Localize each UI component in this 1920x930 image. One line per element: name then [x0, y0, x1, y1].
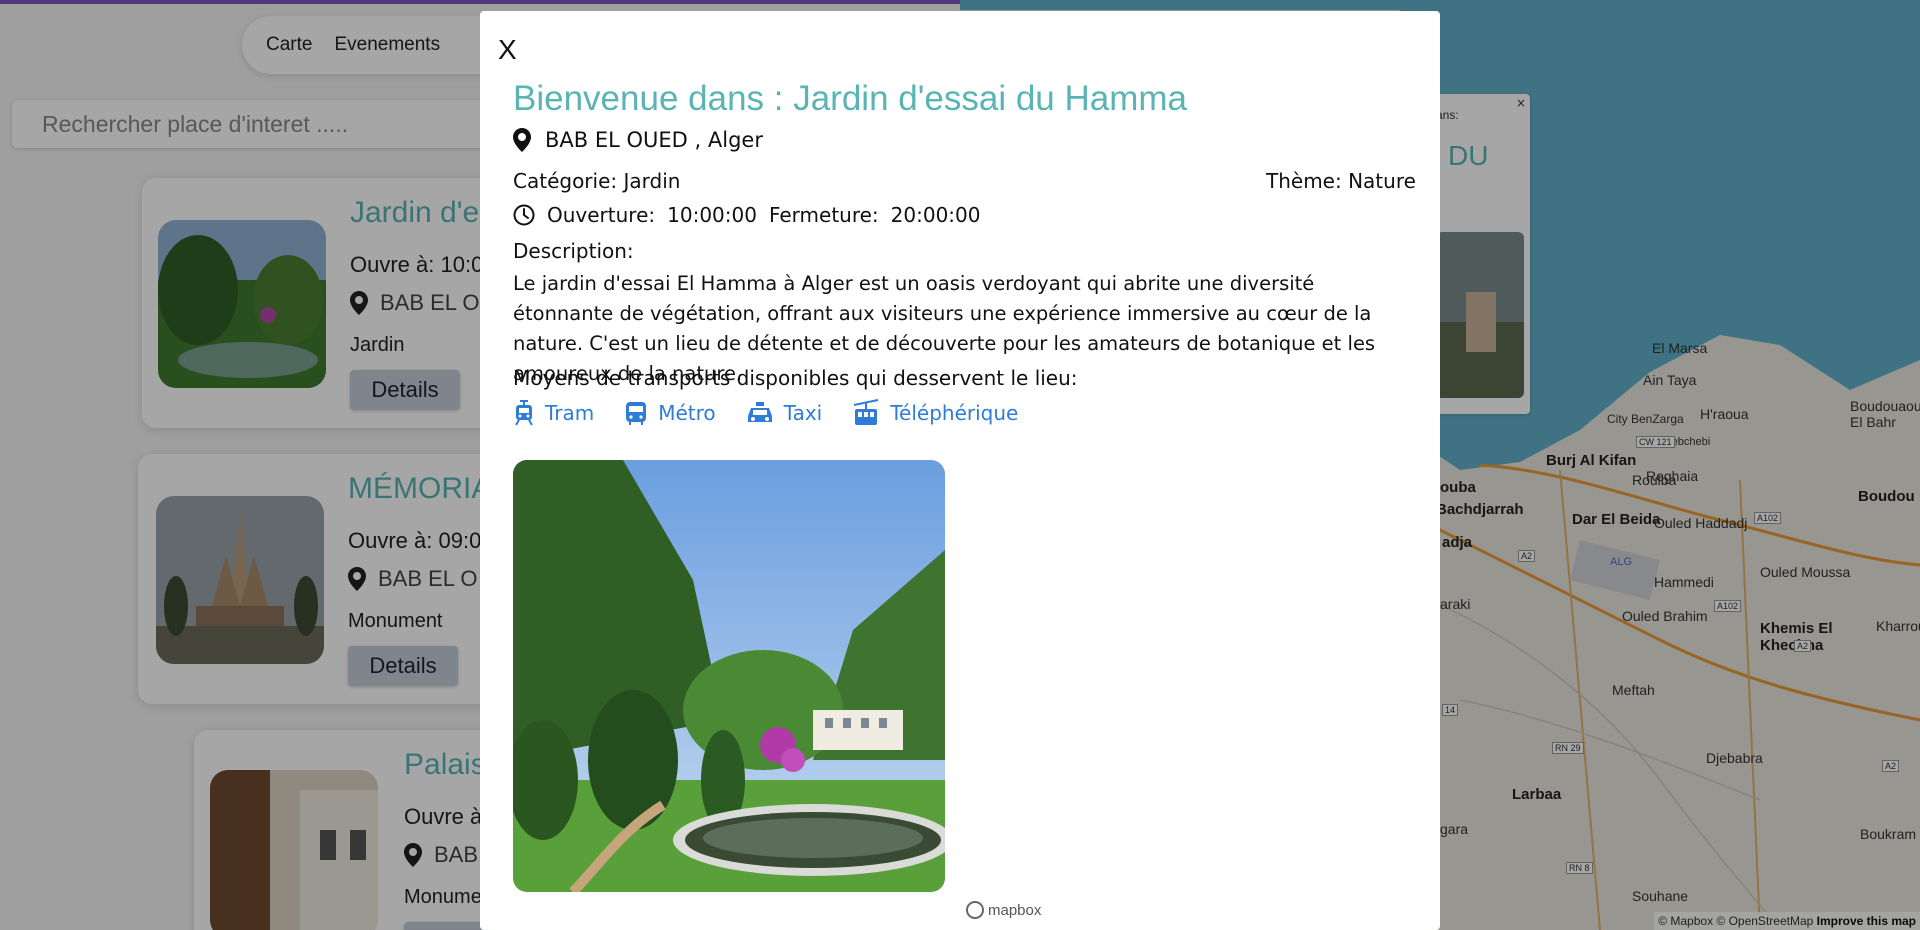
- opening-time: 10:00:00: [667, 203, 757, 227]
- place-photo: [513, 460, 945, 892]
- transport-metro[interactable]: Métro: [624, 399, 716, 427]
- transport-cable-car[interactable]: Téléphérique: [852, 399, 1018, 427]
- modal-category: Catégorie: Jardin: [513, 169, 681, 193]
- transport-list: Tram Métro Taxi Téléphérique: [513, 399, 1018, 427]
- close-button[interactable]: X: [498, 33, 528, 67]
- modal-title: Bienvenue dans : Jardin d'essai du Hamma: [513, 79, 1188, 118]
- modal-hours: Ouverture: 10:00:00 Fermeture: 20:00:00: [513, 203, 981, 227]
- location-pin-icon: [513, 128, 531, 152]
- tram-icon: [515, 400, 533, 426]
- opening-label: Ouverture:: [547, 203, 656, 227]
- mapbox-icon: [966, 901, 984, 919]
- taxi-icon: [747, 402, 772, 422]
- clock-icon: [513, 204, 535, 226]
- transport-label: Moyens de transports disponibles qui des…: [513, 366, 1078, 390]
- modal-theme: Thème: Nature: [1266, 169, 1416, 193]
- modal-location: BAB EL OUED , Alger: [513, 128, 763, 152]
- cable-car-icon: [854, 399, 879, 425]
- transport-tram[interactable]: Tram: [513, 399, 594, 427]
- place-details-modal: X Bienvenue dans : Jardin d'essai du Ham…: [480, 11, 1440, 930]
- description-label: Description:: [513, 239, 634, 263]
- closing-time: 20:00:00: [890, 203, 981, 227]
- closing-label: Fermeture:: [768, 203, 879, 227]
- transport-taxi[interactable]: Taxi: [746, 399, 822, 427]
- metro-icon: [626, 402, 647, 425]
- mapbox-logo[interactable]: mapbox: [966, 901, 1041, 919]
